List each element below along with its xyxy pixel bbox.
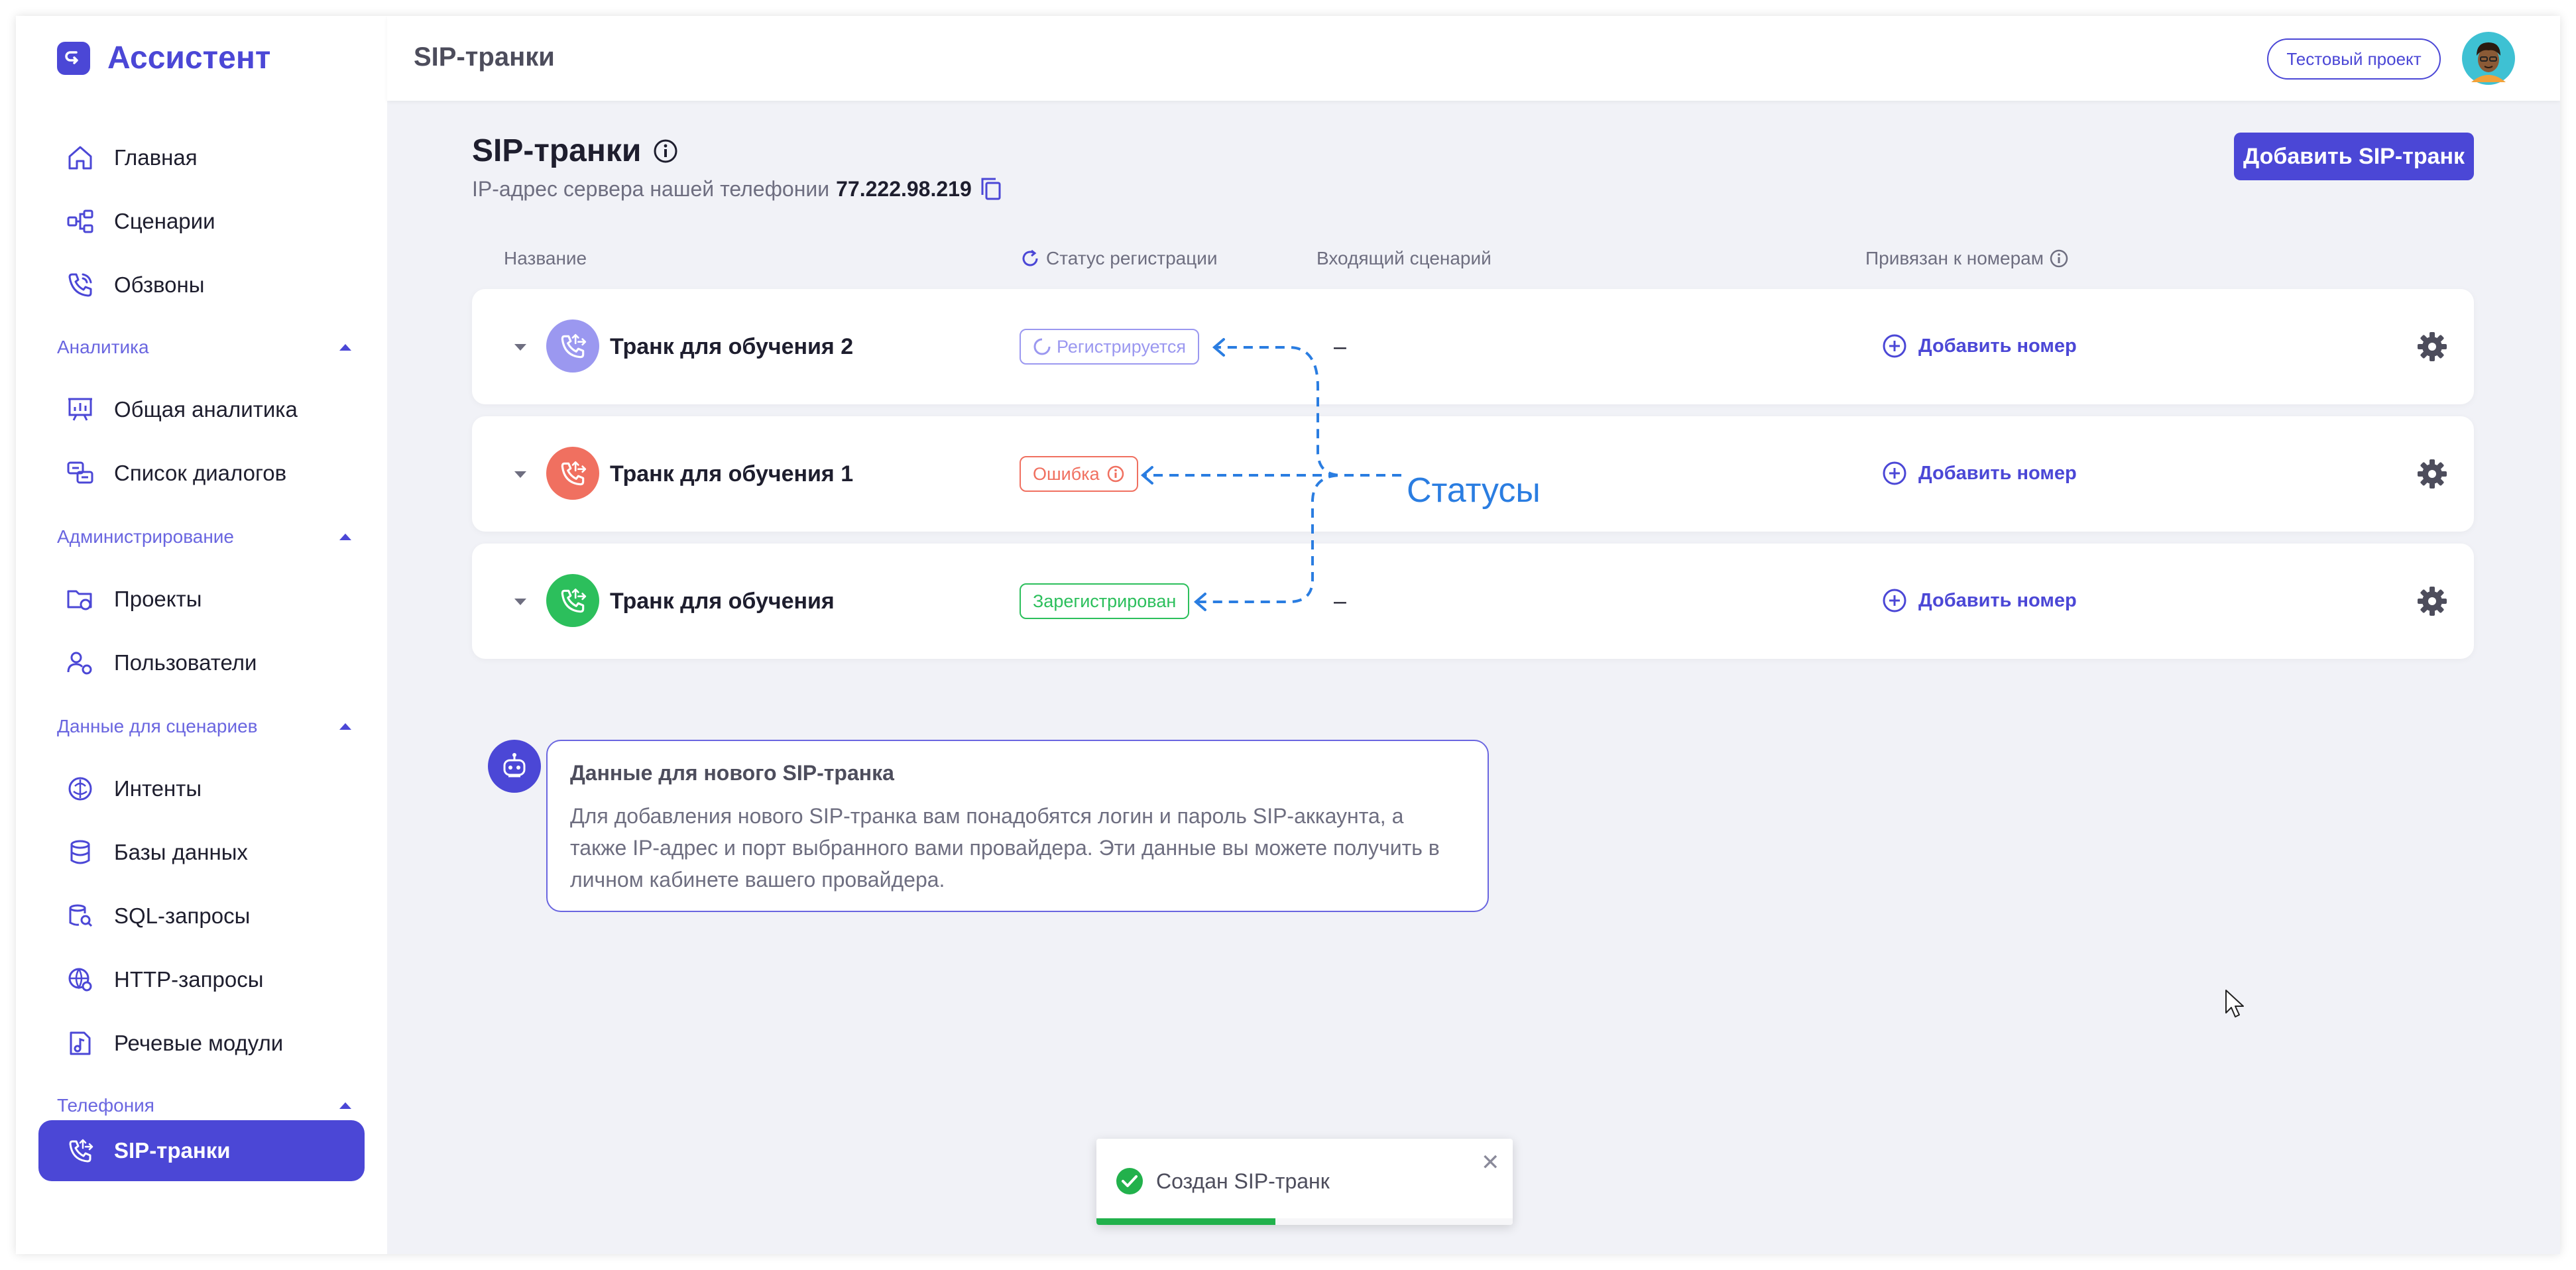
info-card-text: Для добавления нового SIP-транка вам пон…: [570, 804, 1440, 892]
mouse-cursor-icon: [2225, 990, 2244, 1017]
status-annotation-label: Статусы: [1407, 471, 1541, 510]
bot-icon: [488, 740, 541, 793]
toast-progress-bar: [1096, 1218, 1276, 1225]
check-circle-icon: [1116, 1168, 1143, 1194]
app-window: Ассистент Главная Сценарии Обзвоны Анали…: [16, 16, 2560, 1254]
toast-message: Создан SIP-транк: [1156, 1169, 1330, 1193]
status-annotation-arrows: [1140, 338, 1401, 611]
close-icon[interactable]: ✕: [1481, 1149, 1500, 1176]
toast-notification: Создан SIP-транк ✕: [1096, 1139, 1513, 1225]
info-card: Данные для нового SIP-транка Для добавле…: [546, 740, 1489, 912]
info-card-title: Данные для нового SIP-транка: [570, 761, 894, 785]
